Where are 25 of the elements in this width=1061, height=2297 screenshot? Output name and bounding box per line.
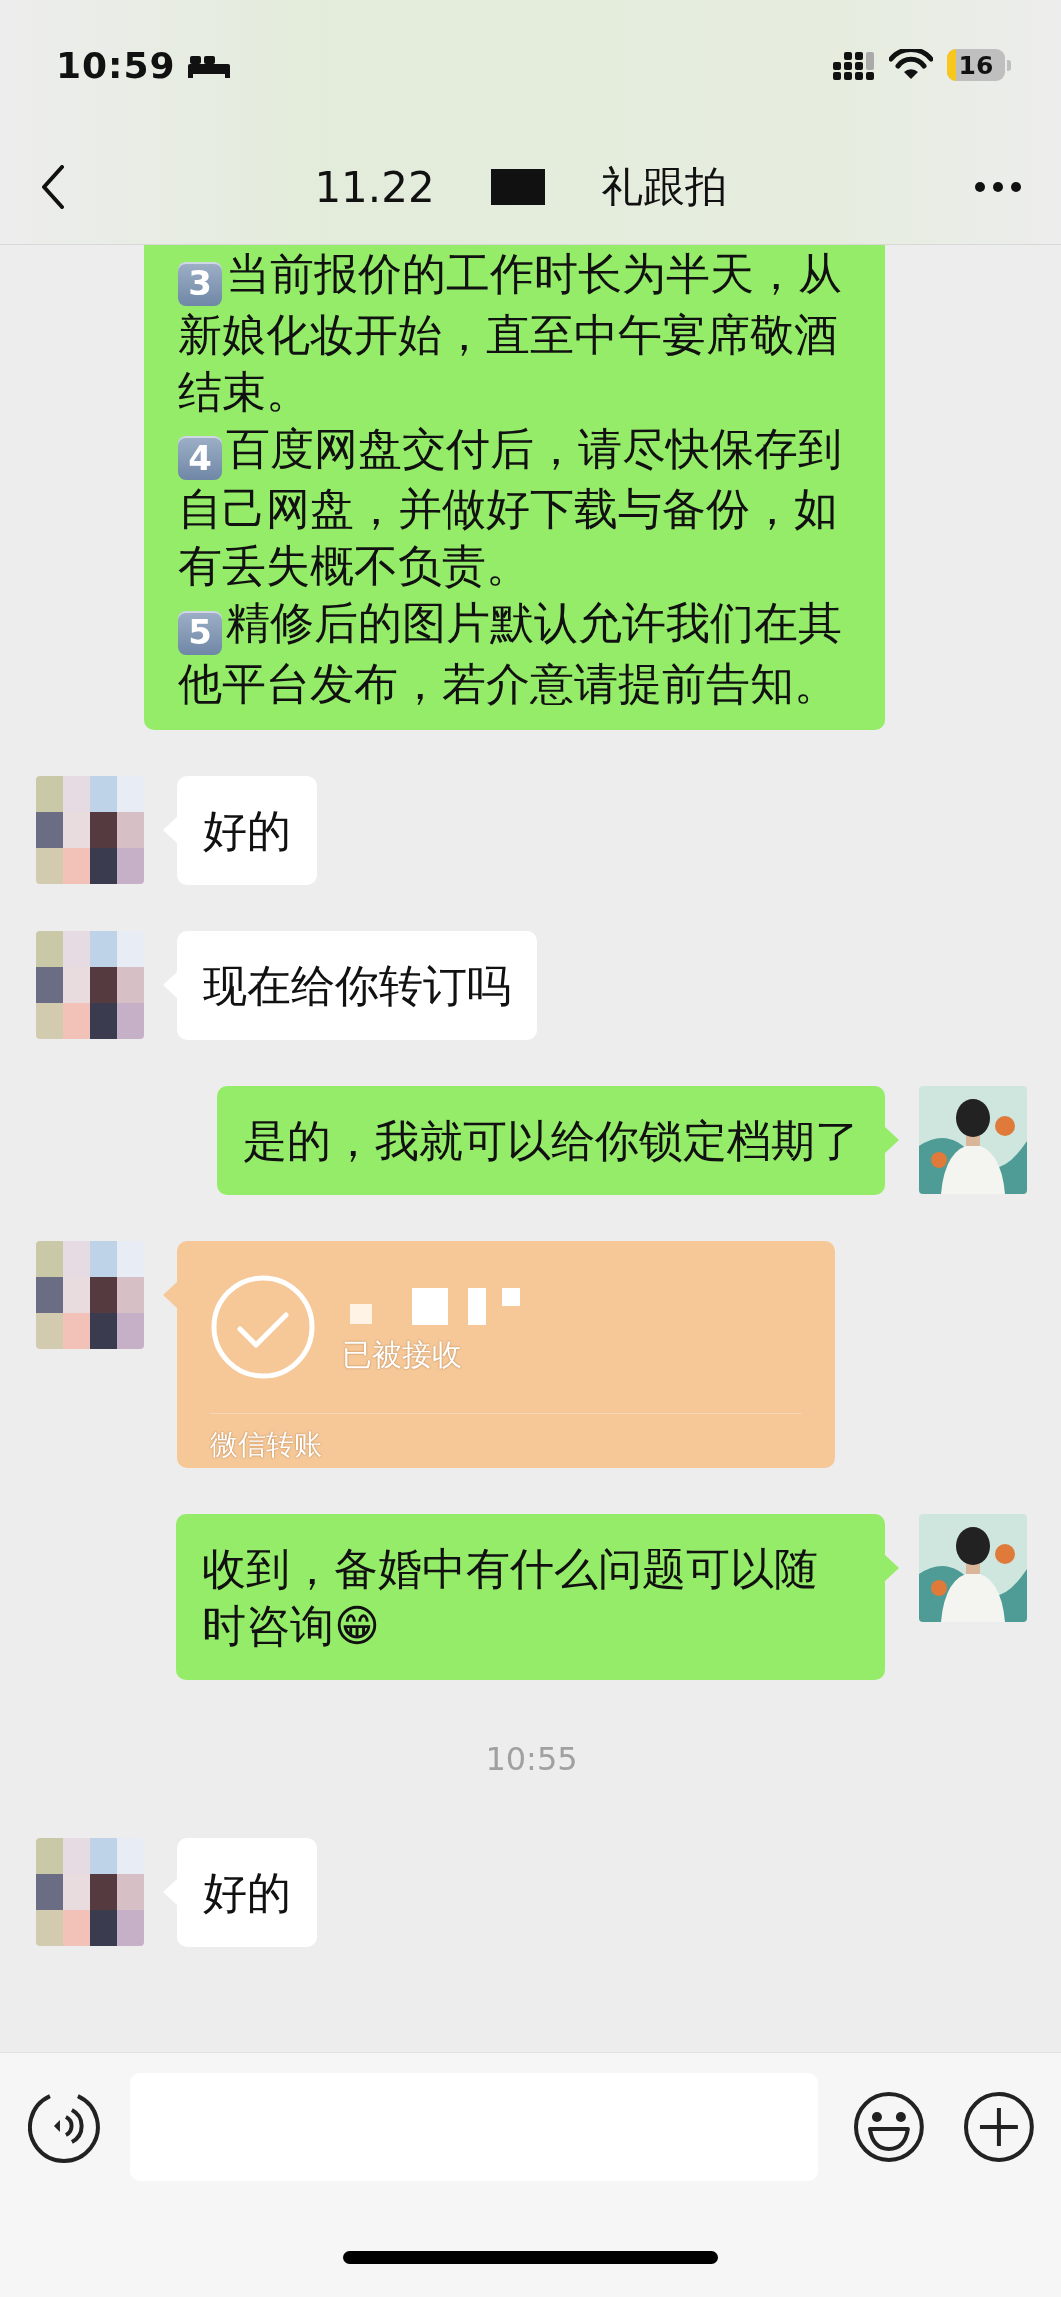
- chat-title: 礼跟拍: [600, 161, 727, 213]
- redaction-mark: [490, 169, 545, 205]
- timestamp: 10:55: [485, 1739, 578, 1778]
- bubble-tail: [885, 1554, 899, 1581]
- more-icon[interactable]: [975, 182, 1021, 192]
- message-text: 4 百度网盘交付后，请尽快保存到自己网盘，并做好下载与备份，如有丢失概不负责。: [178, 421, 842, 593]
- transfer-card[interactable]: 已被接收 微信转账: [177, 1240, 835, 1468]
- message-bubble: 好的: [177, 1837, 317, 1947]
- emoji-icon[interactable]: [853, 2091, 926, 2163]
- message-bubble: 是的，我就可以给你锁定档期了: [217, 1085, 885, 1195]
- check-circle-icon: [210, 1273, 316, 1380]
- message-text: 3 当前报价的工作时长为半天，从新娘化妆开始，直至中午宴席敬酒结束。: [178, 247, 842, 419]
- message-bubble: 收到，备婚中有什么问题可以随时咨询😁: [176, 1513, 885, 1680]
- transfer-label: 微信转账: [210, 1426, 323, 1463]
- status-time: 10:59: [56, 44, 176, 86]
- bubble-tail: [885, 1126, 899, 1153]
- message-text: 5 精修后的图片默认允许我们在其他平台发布，若介意请提前告知。: [178, 596, 842, 711]
- chat-title: 11.22: [314, 162, 435, 212]
- message-bubble: 好的: [177, 775, 317, 885]
- signal-icon: [833, 50, 875, 80]
- wifi-icon: [889, 49, 933, 81]
- transfer-status: 已被接收: [342, 1335, 463, 1374]
- plus-icon[interactable]: [963, 2091, 1035, 2163]
- message-bubble: 现在给你转订吗: [177, 930, 537, 1040]
- back-icon[interactable]: [40, 165, 66, 209]
